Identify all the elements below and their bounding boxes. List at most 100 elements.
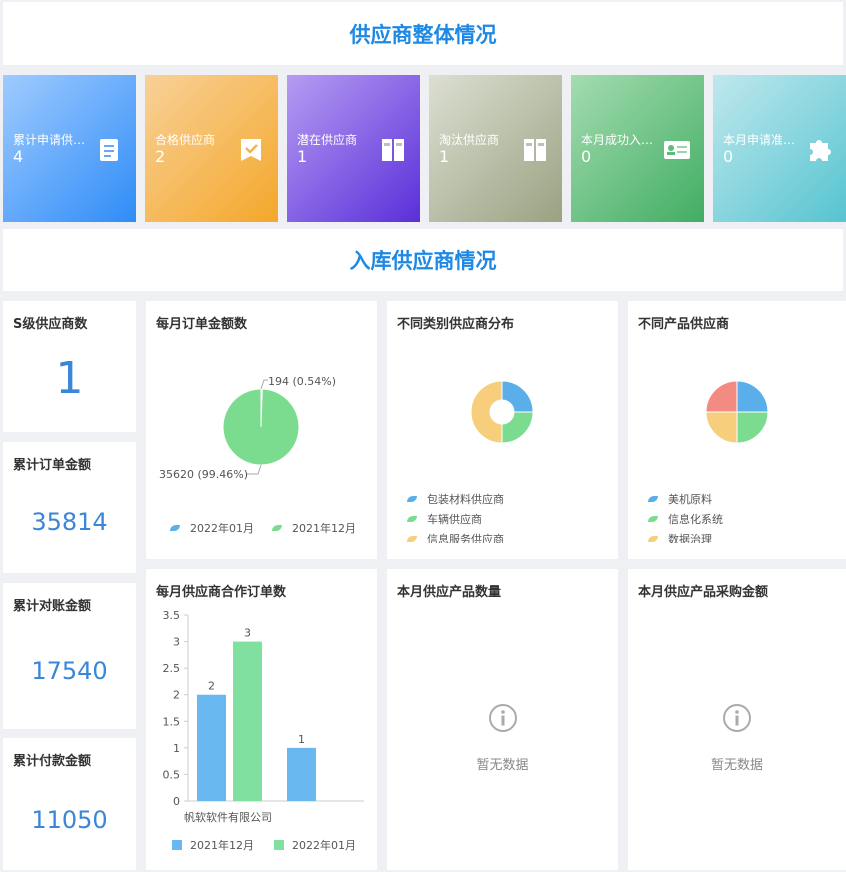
pie-slice[interactable] — [705, 411, 738, 444]
y-tick-label: 3.5 — [163, 609, 181, 622]
kpi-value: 2 — [155, 147, 166, 166]
bar[interactable] — [197, 694, 226, 801]
bar[interactable] — [287, 747, 316, 801]
pie-slice[interactable] — [705, 380, 738, 413]
legend-marker — [648, 536, 658, 542]
kpi-value: 0 — [581, 147, 592, 166]
product-pie-chart — [705, 380, 769, 444]
kpi-tile[interactable]: 淘汰供应商 1 — [429, 75, 562, 222]
legend-item[interactable]: 2022年01月 — [274, 835, 356, 855]
binder-icon — [520, 135, 550, 165]
info-icon — [488, 704, 517, 732]
product-legend: 美机原料信息化系统数据治理 — [648, 489, 723, 543]
order-amount-legend: 2022年01月 2021年12月 — [170, 518, 356, 538]
pie-slice[interactable] — [222, 388, 300, 466]
legend-item[interactable]: 2021年12月 — [172, 835, 254, 855]
kpi-label: 本月申请准入供应商 — [723, 133, 805, 147]
puzzle-icon — [804, 135, 834, 165]
legend-marker — [407, 496, 417, 502]
stat-value: 11050 — [31, 806, 108, 834]
kpi-tile[interactable]: 累计申请供应商 4 — [3, 75, 136, 222]
kpi-value: 1 — [439, 147, 450, 166]
kpi-label: 淘汰供应商 — [439, 133, 500, 147]
empty-state-text: 暂无数据 — [476, 758, 529, 773]
kpi-tile[interactable]: 合格供应商 2 — [145, 75, 278, 222]
y-tick-label: 2 — [173, 689, 180, 702]
legend-marker — [648, 516, 658, 522]
monthly-product-qty-card: 本月供应产品数量 暂无数据 — [387, 569, 618, 870]
monthly-coop-orders-card: 每月供应商合作订单数 0 0.5 1 1.5 2 2.5 3 3.5 2 3 1 帆软软件有限公司 2… — [146, 569, 377, 870]
pie-slice[interactable] — [501, 380, 534, 413]
legend-marker — [274, 840, 284, 850]
binder-icon — [378, 135, 408, 165]
legend-item[interactable]: 数据治理 — [648, 529, 723, 543]
inbound-section-banner: 入库供应商情况 — [3, 229, 843, 291]
stat-value: 1 — [55, 353, 84, 404]
y-tick-label: 0.5 — [163, 768, 181, 781]
bar-value-label: 2 — [208, 680, 215, 693]
kpi-label: 累计申请供应商 — [13, 133, 95, 147]
stat-value: 17540 — [31, 657, 108, 685]
order-amount-pie-chart: 194 (0.54%) 35620 (99.46%) — [159, 375, 336, 481]
legend-item[interactable]: 2022年01月 — [170, 518, 254, 538]
pie-slice[interactable] — [736, 380, 769, 413]
stat-label: 累计付款金额 — [13, 754, 92, 769]
kpi-label: 潜在供应商 — [297, 133, 358, 147]
legend-item[interactable]: 车辆供应商 — [407, 509, 504, 529]
total-payment-card: 累计付款金额 11050 — [3, 738, 136, 870]
legend-label: 美机原料 — [668, 493, 712, 506]
document-icon — [94, 135, 124, 165]
card-title: 不同类别供应商分布 — [397, 317, 515, 332]
category-distribution-card: 不同类别供应商分布 包装材料供应商 车辆供应商信息服务供应商 — [387, 301, 618, 559]
pie-slice[interactable] — [501, 411, 534, 444]
coop-orders-bar-chart: 0 0.5 1 1.5 2 2.5 3 3.5 2 3 1 帆软软件有限公司 — [163, 609, 364, 824]
legend-label: 2022年01月 — [292, 839, 356, 852]
id-card-icon — [662, 135, 692, 165]
legend-item[interactable]: 美机原料 — [648, 489, 723, 509]
kpi-tile[interactable]: 潜在供应商 1 — [287, 75, 420, 222]
legend-item[interactable]: 信息服务供应商 — [407, 529, 504, 543]
inbound-section-title: 入库供应商情况 — [349, 249, 497, 273]
slice-label: 194 (0.54%) — [268, 375, 336, 388]
legend-label: 包装材料供应商 — [427, 493, 504, 506]
label-leader-line — [246, 464, 262, 475]
kpi-tile[interactable]: 本月成功入库供应商0 — [571, 75, 704, 222]
legend-item[interactable]: 2021年12月 — [272, 518, 356, 538]
info-icon — [723, 704, 751, 732]
legend-marker — [407, 516, 417, 522]
coop-orders-legend: 2021年12月 2022年01月 — [172, 835, 356, 855]
y-tick-label: 1 — [173, 742, 180, 755]
y-tick-label: 1.5 — [163, 715, 181, 728]
y-tick-label: 0 — [173, 795, 180, 808]
category-donut-chart — [470, 380, 534, 444]
card-title: 每月供应商合作订单数 — [156, 585, 287, 600]
pie-slice[interactable] — [736, 411, 769, 444]
card-title: 不同产品供应商 — [638, 317, 730, 332]
legend-marker — [172, 840, 182, 850]
legend-item[interactable]: 包装材料供应商 — [407, 489, 504, 509]
overall-section-banner: 供应商整体情况 — [3, 2, 843, 65]
legend-label: 信息服务供应商 — [427, 533, 504, 543]
bar[interactable] — [233, 641, 262, 801]
stat-value: 35814 — [31, 508, 108, 536]
y-tick-label: 2.5 — [163, 662, 181, 675]
legend-item[interactable]: 信息化系统 — [648, 509, 723, 529]
category-legend: 包装材料供应商 车辆供应商信息服务供应商 — [407, 489, 504, 543]
legend-label: 2021年12月 — [190, 839, 254, 852]
kpi-tile[interactable]: 本月申请准入供应商0 — [713, 75, 846, 222]
s-level-supplier-card: S级供应商数 1 — [3, 301, 136, 432]
monthly-purchase-amount-card: 本月供应产品采购金额 暂无数据 — [628, 569, 846, 870]
card-title: 每月订单金额数 — [156, 317, 248, 332]
legend-label: 车辆供应商 — [427, 513, 482, 526]
x-category-label: 帆软软件有限公司 — [184, 810, 272, 824]
overall-section-title: 供应商整体情况 — [349, 22, 497, 47]
y-tick-label: 3 — [173, 636, 180, 649]
monthly-order-amount-card: 每月订单金额数 194 (0.54%) 35620 (99.46%) 2022年0… — [146, 301, 377, 559]
legend-label: 信息化系统 — [668, 513, 723, 526]
kpi-label: 合格供应商 — [155, 133, 216, 147]
bar-value-label: 3 — [244, 627, 251, 640]
kpi-value: 1 — [297, 147, 308, 166]
pie-slice[interactable] — [470, 380, 503, 444]
card-title: 本月供应产品数量 — [397, 585, 502, 600]
card-title: 本月供应产品采购金额 — [638, 585, 769, 600]
